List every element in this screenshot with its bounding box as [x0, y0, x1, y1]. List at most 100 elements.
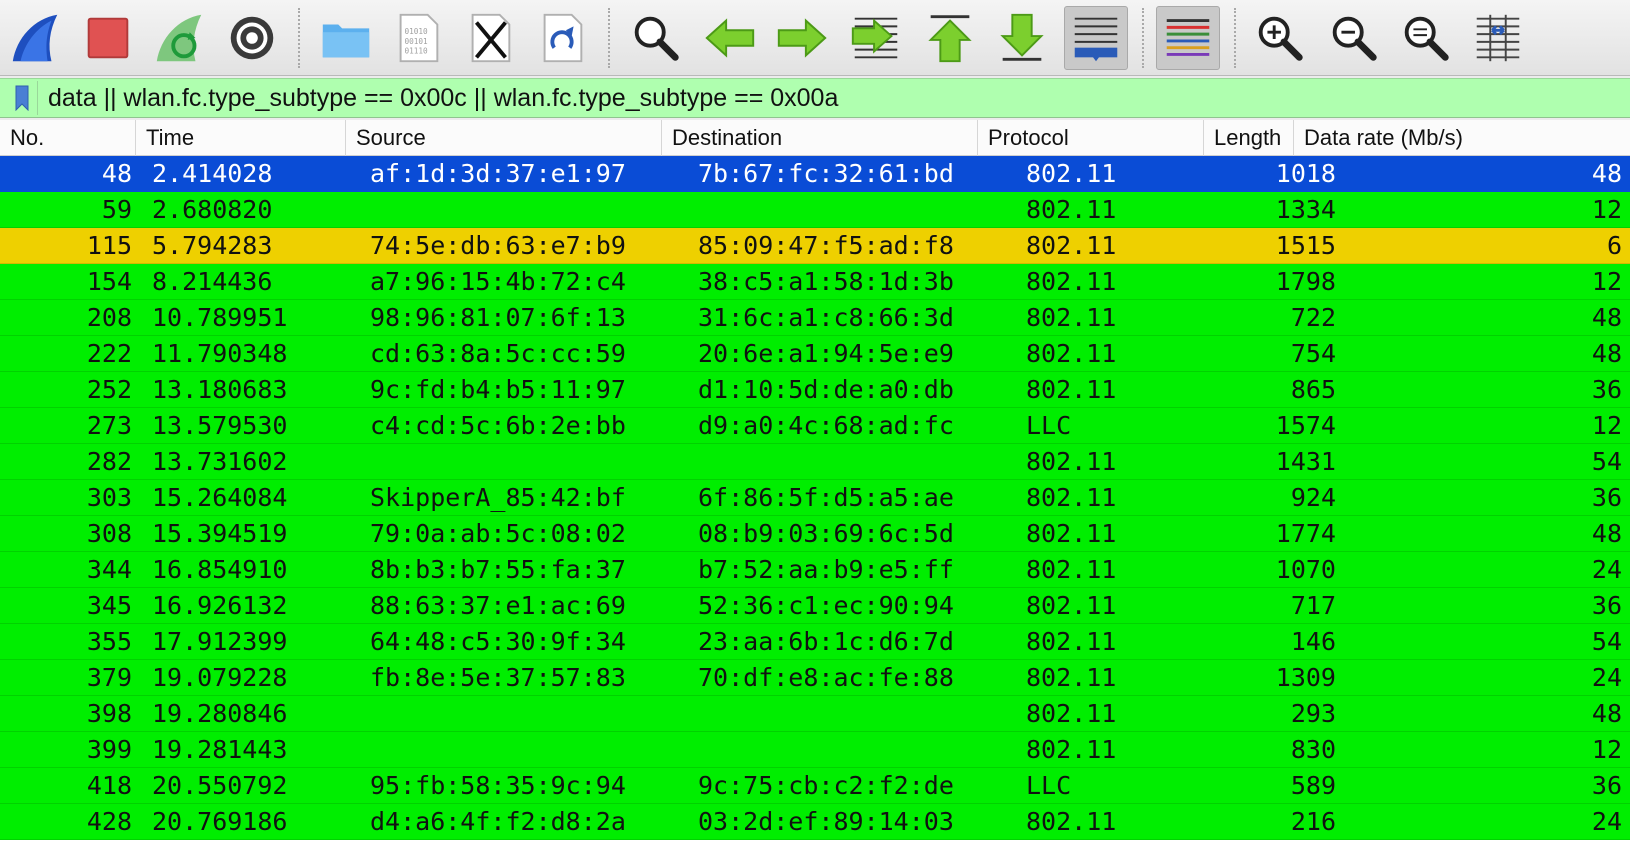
packet-protocol-cell: 802.11	[1026, 807, 1117, 836]
packet-row[interactable]: 428 20.769186 d4:a6:4f:f2:d8:2a 03:2d:ef:89…	[0, 804, 1630, 840]
packet-row[interactable]: 115 5.794283 74:5e:db:63:e7:b9 85:09:47:f5:…	[0, 228, 1630, 264]
packet-protocol-cell: 802.11	[1026, 267, 1117, 296]
packet-length-cell: 1515	[1275, 231, 1336, 260]
packet-row[interactable]: 379 19.079228 fb:8e:5e:37:57:83 70:df:e8:ac…	[0, 660, 1630, 696]
go-first-packet-icon[interactable]	[918, 6, 982, 70]
packet-length-cell: 1431	[1275, 447, 1336, 476]
packet-source-cell: 79:0a:ab:5c:08:02	[370, 519, 626, 548]
packet-row[interactable]: 48 2.414028 af:1d:3d:37:e1:97 7b:67:fc:32:6…	[0, 156, 1630, 192]
packet-row[interactable]: 282 13.731602 802.11 1431 54	[0, 444, 1630, 480]
packet-source-cell: c4:cd:5c:6b:2e:bb	[370, 411, 626, 440]
packet-time-cell: 19.281443	[152, 735, 288, 764]
packet-number-cell: 303	[86, 483, 132, 512]
packet-destination-cell: 31:6c:a1:c8:66:3d	[698, 303, 954, 332]
restart-capture-icon[interactable]	[148, 6, 212, 70]
packet-length-cell: 722	[1290, 303, 1336, 332]
auto-scroll-icon[interactable]	[1064, 6, 1128, 70]
packet-source-cell: 95:fb:58:35:9c:94	[370, 771, 626, 800]
packet-source-cell: 8b:b3:b7:55:fa:37	[370, 555, 626, 584]
open-file-icon[interactable]	[314, 6, 378, 70]
find-packet-icon[interactable]	[624, 6, 688, 70]
packet-data-rate-cell: 12	[1591, 267, 1622, 296]
packet-length-cell: 1798	[1275, 267, 1336, 296]
packet-data-rate-cell: 54	[1591, 447, 1622, 476]
packet-row[interactable]: 59 2.680820 802.11 1334 12	[0, 192, 1630, 228]
packet-source-cell: fb:8e:5e:37:57:83	[370, 663, 626, 692]
column-header-time[interactable]: Time	[136, 120, 346, 156]
display-filter-input[interactable]	[48, 83, 1618, 113]
filter-bookmark-icon[interactable]	[6, 81, 38, 115]
column-header-destination[interactable]: Destination	[662, 120, 978, 156]
go-to-packet-icon[interactable]	[844, 6, 908, 70]
packet-data-rate-cell: 48	[1591, 339, 1622, 368]
zoom-out-icon[interactable]	[1322, 6, 1386, 70]
packet-number-cell: 273	[86, 411, 132, 440]
packet-row[interactable]: 308 15.394519 79:0a:ab:5c:08:02 08:b9:03:69…	[0, 516, 1630, 552]
column-header-protocol[interactable]: Protocol	[978, 120, 1204, 156]
packet-data-rate-cell: 36	[1591, 591, 1622, 620]
column-header-no[interactable]: No.	[0, 120, 136, 156]
packet-number-cell: 418	[86, 771, 132, 800]
packet-number-cell: 115	[86, 231, 132, 260]
packet-length-cell: 865	[1290, 375, 1336, 404]
packet-row[interactable]: 418 20.550792 95:fb:58:35:9c:94 9c:75:cb:c2…	[0, 768, 1630, 804]
column-header-source[interactable]: Source	[346, 120, 662, 156]
packet-row[interactable]: 355 17.912399 64:48:c5:30:9f:34 23:aa:6b:1c…	[0, 624, 1630, 660]
resize-columns-icon[interactable]	[1466, 6, 1530, 70]
packet-protocol-cell: 802.11	[1026, 303, 1117, 332]
packet-row[interactable]: 345 16.926132 88:63:37:e1:ac:69 52:36:c1:ec…	[0, 588, 1630, 624]
packet-number-cell: 154	[86, 267, 132, 296]
zoom-in-icon[interactable]	[1248, 6, 1312, 70]
zoom-normal-icon[interactable]	[1394, 6, 1458, 70]
packet-length-cell: 1574	[1275, 411, 1336, 440]
packet-protocol-cell: 802.11	[1026, 231, 1117, 260]
packet-protocol-cell: 802.11	[1026, 663, 1117, 692]
go-forward-icon[interactable]	[770, 6, 834, 70]
packet-protocol-cell: 802.11	[1026, 483, 1117, 512]
packet-time-cell: 20.769186	[152, 807, 288, 836]
packet-data-rate-cell: 12	[1591, 735, 1622, 764]
stop-capture-icon[interactable]	[76, 6, 140, 70]
packet-number-cell: 252	[86, 375, 132, 404]
packet-row[interactable]: 222 11.790348 cd:63:8a:5c:cc:59 20:6e:a1:94…	[0, 336, 1630, 372]
start-capture-icon[interactable]	[4, 6, 68, 70]
packet-data-rate-cell: 36	[1591, 483, 1622, 512]
packet-source-cell	[370, 696, 690, 732]
packet-number-cell: 282	[86, 447, 132, 476]
go-back-icon[interactable]	[698, 6, 762, 70]
packet-row[interactable]: 398 19.280846 802.11 293 48	[0, 696, 1630, 732]
packet-length-cell: 216	[1290, 807, 1336, 836]
packet-protocol-cell: LLC	[1026, 771, 1072, 800]
packet-length-cell: 293	[1290, 699, 1336, 728]
packet-source-cell: 74:5e:db:63:e7:b9	[370, 231, 626, 260]
colorize-icon[interactable]	[1156, 6, 1220, 70]
packet-time-cell: 16.926132	[152, 591, 288, 620]
packet-row[interactable]: 208 10.789951 98:96:81:07:6f:13 31:6c:a1:c8…	[0, 300, 1630, 336]
column-header-length[interactable]: Length	[1204, 120, 1294, 156]
packet-time-cell: 10.789951	[152, 303, 288, 332]
packet-destination-cell: 85:09:47:f5:ad:f8	[698, 231, 954, 260]
packet-row[interactable]: 252 13.180683 9c:fd:b4:b5:11:97 d1:10:5d:de…	[0, 372, 1630, 408]
column-header-data-rate[interactable]: Data rate (Mb/s)	[1294, 120, 1630, 156]
packet-source-cell: 98:96:81:07:6f:13	[370, 303, 626, 332]
packet-destination-cell: 23:aa:6b:1c:d6:7d	[698, 627, 954, 656]
display-filter-bar	[0, 78, 1630, 118]
close-file-icon[interactable]	[458, 6, 522, 70]
capture-options-icon[interactable]	[220, 6, 284, 70]
packet-list-header: No. Time Source Destination Protocol Len…	[0, 120, 1630, 156]
packet-row[interactable]: 399 19.281443 802.11 830 12	[0, 732, 1630, 768]
packet-time-cell: 19.079228	[152, 663, 288, 692]
packet-destination-cell: 6f:86:5f:d5:a5:ae	[698, 483, 954, 512]
packet-destination-cell: d1:10:5d:de:a0:db	[698, 375, 954, 404]
packet-length-cell: 146	[1290, 627, 1336, 656]
packet-row[interactable]: 303 15.264084 SkipperA_85:42:bf 6f:86:5f:d5…	[0, 480, 1630, 516]
packet-row[interactable]: 344 16.854910 8b:b3:b7:55:fa:37 b7:52:aa:b9…	[0, 552, 1630, 588]
packet-row[interactable]: 154 8.214436 a7:96:15:4b:72:c4 38:c5:a1:58:…	[0, 264, 1630, 300]
save-file-icon[interactable]: 01010 00101 01110	[386, 6, 450, 70]
packet-source-cell	[370, 444, 690, 480]
go-last-packet-icon[interactable]	[990, 6, 1054, 70]
packet-time-cell: 19.280846	[152, 699, 288, 728]
packet-row[interactable]: 273 13.579530 c4:cd:5c:6b:2e:bb d9:a0:4c:68…	[0, 408, 1630, 444]
packet-time-cell: 13.579530	[152, 411, 288, 440]
reload-file-icon[interactable]	[530, 6, 594, 70]
